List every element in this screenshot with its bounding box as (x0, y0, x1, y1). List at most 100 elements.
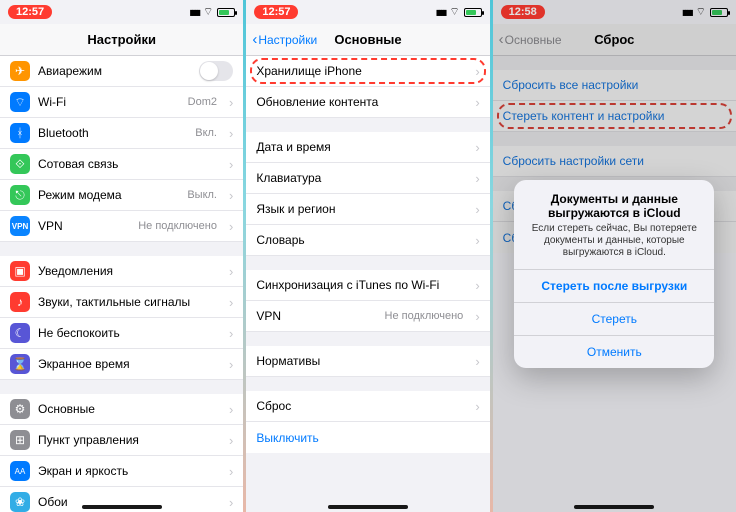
alert-erase-after-upload-button[interactable]: Стереть после выгрузки (514, 269, 714, 302)
row-label: Сбросить все настройки (503, 78, 726, 92)
row-label: Основные (38, 402, 217, 416)
row-label: Пункт управления (38, 433, 217, 447)
row-wifi[interactable]: ⌔ Wi-Fi Dom2 › (0, 87, 243, 118)
row-label: Сотовая связь (38, 157, 217, 171)
row-label: Не беспокоить (38, 326, 217, 340)
status-bar: 12:57 (246, 0, 489, 24)
row-shutdown[interactable]: Выключить (246, 422, 489, 453)
alert-cancel-button[interactable]: Отменить (514, 335, 714, 368)
row-reset-network[interactable]: Сбросить настройки сети (493, 146, 736, 177)
battery-icon (464, 8, 482, 17)
chevron-right-icon: › (475, 64, 479, 79)
row-label: Нормативы (256, 354, 463, 368)
row-reset-all[interactable]: Сбросить все настройки (493, 70, 736, 101)
vpn-icon: VPN (10, 216, 30, 236)
phone-settings-main: 12:57 Настройки ✈ Авиарежим ⌔ Wi-Fi Dom2… (0, 0, 243, 512)
row-sounds[interactable]: ♪ Звуки, тактильные сигналы › (0, 287, 243, 318)
row-regulatory[interactable]: Нормативы › (246, 346, 489, 377)
chevron-left-icon: ‹ (499, 31, 504, 48)
row-label: Обновление контента (256, 95, 463, 109)
home-indicator[interactable] (328, 505, 408, 509)
back-button[interactable]: ‹Основные (499, 31, 562, 48)
row-bluetooth[interactable]: ᚼ Bluetooth Вкл. › (0, 118, 243, 149)
nav-bar: Настройки (0, 24, 243, 56)
row-keyboard[interactable]: Клавиатура › (246, 163, 489, 194)
row-label: Экранное время (38, 357, 217, 371)
chevron-right-icon: › (229, 326, 233, 341)
chevron-right-icon: › (475, 399, 479, 414)
chevron-right-icon: › (475, 95, 479, 110)
chevron-right-icon: › (229, 126, 233, 141)
row-label: Клавиатура (256, 171, 463, 185)
alert-dialog: Документы и данные выгружаются в iCloud … (514, 180, 714, 368)
row-language[interactable]: Язык и регион › (246, 194, 489, 225)
chevron-right-icon: › (229, 433, 233, 448)
airplane-toggle[interactable] (199, 61, 233, 81)
alert-erase-button[interactable]: Стереть (514, 302, 714, 335)
wifi-icon: ⌔ (10, 92, 30, 112)
row-datetime[interactable]: Дата и время › (246, 132, 489, 163)
hotspot-icon: ⎋ (10, 185, 30, 205)
home-indicator[interactable] (82, 505, 162, 509)
chevron-right-icon: › (229, 357, 233, 372)
alert-title: Документы и данные выгружаются в iCloud (524, 192, 704, 220)
screentime-icon: ⌛ (10, 354, 30, 374)
notifications-icon: ▣ (10, 261, 30, 281)
chevron-right-icon: › (475, 278, 479, 293)
chevron-left-icon: ‹ (252, 31, 257, 48)
row-value: Вкл. (195, 127, 217, 139)
row-storage[interactable]: Хранилище iPhone › (246, 56, 489, 87)
row-background-refresh[interactable]: Обновление контента › (246, 87, 489, 118)
row-display[interactable]: AA Экран и яркость › (0, 456, 243, 487)
chevron-right-icon: › (229, 295, 233, 310)
chevron-right-icon: › (229, 264, 233, 279)
row-reset[interactable]: Сброс › (246, 391, 489, 422)
row-itunes-wifi[interactable]: Синхронизация с iTunes по Wi-Fi › (246, 270, 489, 301)
row-label: Язык и регион (256, 202, 463, 216)
row-label: Стереть контент и настройки (503, 109, 726, 123)
wifi-icon (203, 5, 213, 19)
chevron-right-icon: › (475, 202, 479, 217)
row-label: Дата и время (256, 140, 463, 154)
signal-icon (682, 7, 692, 18)
row-label: VPN (38, 219, 130, 233)
row-label: Хранилище iPhone (256, 64, 463, 78)
row-label: Звуки, тактильные сигналы (38, 295, 217, 309)
row-dictionary[interactable]: Словарь › (246, 225, 489, 256)
row-label: Сбросить настройки сети (503, 154, 726, 168)
signal-icon (436, 7, 446, 18)
row-screentime[interactable]: ⌛ Экранное время › (0, 349, 243, 380)
chevron-right-icon: › (229, 219, 233, 234)
row-general[interactable]: ⚙ Основные › (0, 394, 243, 425)
chevron-right-icon: › (475, 354, 479, 369)
wallpaper-icon: ❀ (10, 492, 30, 512)
row-label: Bluetooth (38, 126, 187, 140)
row-erase-content[interactable]: Стереть контент и настройки (493, 101, 736, 132)
home-indicator[interactable] (574, 505, 654, 509)
chevron-right-icon: › (229, 188, 233, 203)
row-vpn[interactable]: VPN VPN Не подключено › (0, 211, 243, 242)
row-hotspot[interactable]: ⎋ Режим модема Выкл. › (0, 180, 243, 211)
chevron-right-icon: › (475, 171, 479, 186)
row-value: Выкл. (187, 189, 217, 201)
row-label: Авиарежим (38, 64, 191, 78)
row-label: VPN (256, 309, 376, 323)
back-button[interactable]: ‹Настройки (252, 31, 317, 48)
dnd-icon: ☾ (10, 323, 30, 343)
control-center-icon: ⊞ (10, 430, 30, 450)
chevron-right-icon: › (475, 309, 479, 324)
status-time: 12:58 (501, 5, 545, 19)
row-label: Режим модема (38, 188, 179, 202)
row-dnd[interactable]: ☾ Не беспокоить › (0, 318, 243, 349)
bluetooth-icon: ᚼ (10, 123, 30, 143)
status-time: 12:57 (8, 5, 52, 19)
row-value: Не подключено (385, 310, 464, 322)
row-control-center[interactable]: ⊞ Пункт управления › (0, 425, 243, 456)
row-notifications[interactable]: ▣ Уведомления › (0, 256, 243, 287)
row-cellular[interactable]: ⟐ Сотовая связь › (0, 149, 243, 180)
row-airplane[interactable]: ✈ Авиарежим (0, 56, 243, 87)
status-bar: 12:57 (0, 0, 243, 24)
nav-bar: ‹Основные Сброс (493, 24, 736, 56)
row-vpn[interactable]: VPN Не подключено › (246, 301, 489, 332)
phone-reset: 12:58 ‹Основные Сброс Сбросить все настр… (493, 0, 736, 512)
